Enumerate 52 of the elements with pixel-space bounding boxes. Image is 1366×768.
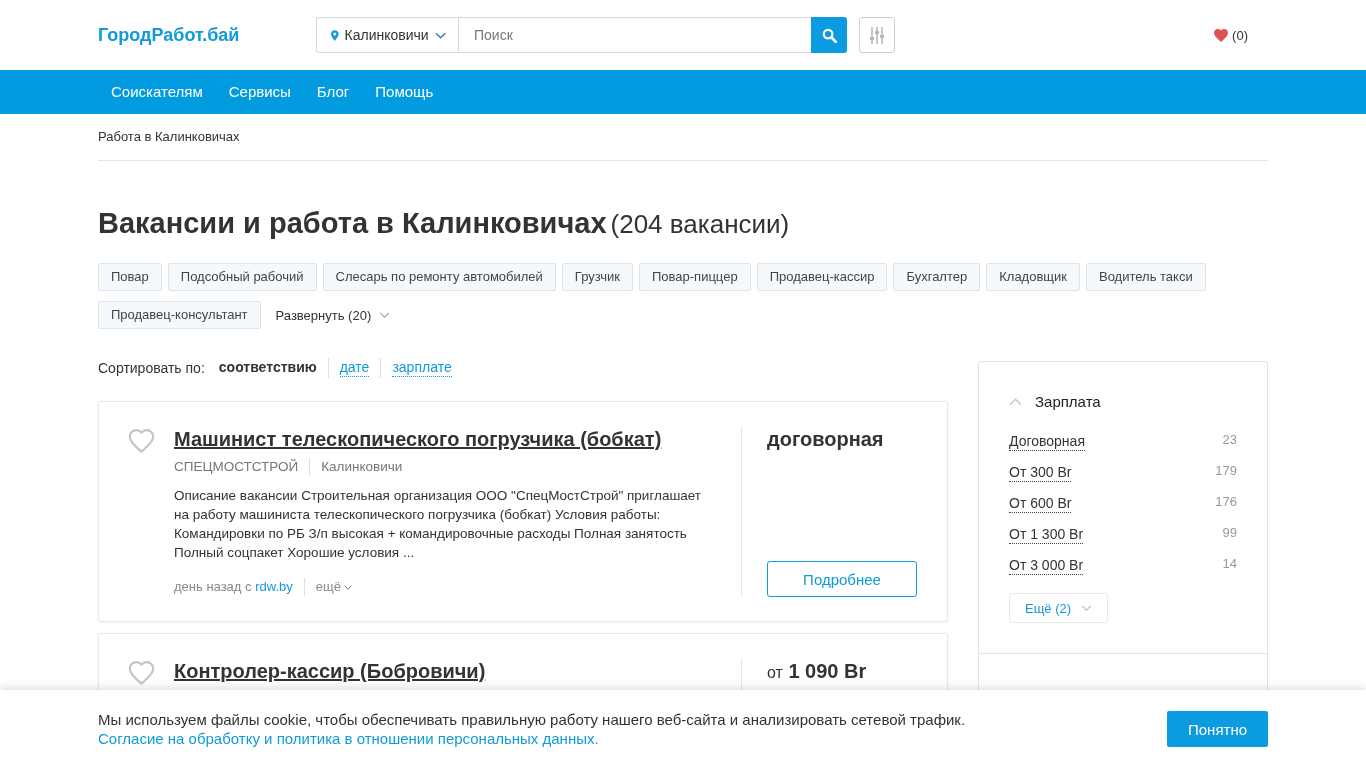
cookie-notice: Мы используем файлы cookie, чтобы обеспечивать правильную работу нашего веб-сайта и анализировать сетевой трафик. (98, 710, 966, 729)
breadcrumb-link[interactable]: Работа в Калинковичах (98, 127, 240, 147)
category-tag[interactable]: Водитель такси (1086, 263, 1206, 291)
search-field[interactable]: Поиск (458, 17, 811, 53)
sort-label: Сортировать по: (98, 359, 205, 378)
heart-icon (1214, 28, 1229, 42)
filter-option[interactable]: От 3 000 Br (1009, 556, 1084, 575)
heart-icon[interactable] (128, 429, 155, 453)
location-pin-icon (331, 29, 339, 41)
sliders-icon (870, 26, 884, 44)
heart-icon[interactable] (128, 661, 155, 685)
option-count: 99 (1222, 525, 1237, 541)
chevron-down-icon (379, 312, 391, 318)
category-tag[interactable]: Продавец-кассир (756, 263, 888, 291)
filter-option[interactable]: От 600 Br (1009, 494, 1072, 513)
company-name: СПЕЦМОСТСТРОЙ (174, 458, 299, 476)
search-button[interactable] (811, 17, 847, 53)
city-select[interactable]: Калинковичи (316, 17, 458, 53)
option-count: 179 (1215, 463, 1237, 479)
vacancy-title[interactable]: Машинист телескопического погрузчика (бобкат) (174, 426, 662, 452)
category-tag[interactable]: Слесарь по ремонту автомобилей (322, 263, 556, 291)
more-button[interactable]: ещё (315, 577, 352, 597)
category-tag[interactable]: Кладовщик (986, 263, 1080, 291)
vacancy-city: Калинковичи (321, 458, 403, 476)
option-count: 14 (1222, 556, 1237, 572)
page-title: Вакансии и работа в Калинковичах (98, 206, 607, 241)
filter-button[interactable] (859, 17, 895, 53)
salary-text: от 1 090 Br (767, 659, 868, 684)
category-tag[interactable]: Бухгалтер (893, 263, 981, 291)
vacancy-count: (204 вакансии) (610, 208, 790, 241)
filter-option[interactable]: Договорная (1009, 432, 1085, 451)
sort-option[interactable]: соответствию (218, 359, 317, 377)
posted-info: день назад с rdw.by (174, 578, 293, 596)
filter-heading[interactable]: Зарплата (1009, 392, 1101, 412)
category-tag[interactable]: Грузчик (561, 263, 633, 291)
chevron-down-icon (434, 31, 446, 39)
expand-button[interactable]: Развернуть (20) (266, 301, 391, 329)
chevron-down-icon (1081, 605, 1093, 611)
favorites-link[interactable]: (0) (1214, 27, 1248, 43)
option-count: 23 (1222, 432, 1237, 448)
category-tag[interactable]: Подсобный рабочий (167, 263, 317, 291)
filter-option[interactable]: От 300 Br (1009, 463, 1072, 482)
category-tag[interactable]: Повар-пиццер (639, 263, 751, 291)
search-icon (821, 27, 837, 43)
vacancy-title[interactable]: Контролер-кассир (Бобровичи) (174, 658, 486, 684)
category-tag[interactable]: Продавец-консультант (98, 301, 261, 329)
filter-option[interactable]: От 1 300 Br (1009, 525, 1084, 544)
option-count: 176 (1215, 494, 1237, 510)
salary-text: договорная (767, 427, 885, 452)
category-tag[interactable]: Повар (98, 263, 162, 291)
chevron-down-icon (343, 584, 352, 590)
vacancy-description: Описание вакансии Строительная организация ООО "СпецМостСтрой" приглашает на работу машиниста телескопического погрузчика (бобкат) Условия работы: Командировки по РБ З/п высокая + командировочные расходы Полная занятость Полный соцпакет Хорошие условия ... (174, 487, 702, 562)
